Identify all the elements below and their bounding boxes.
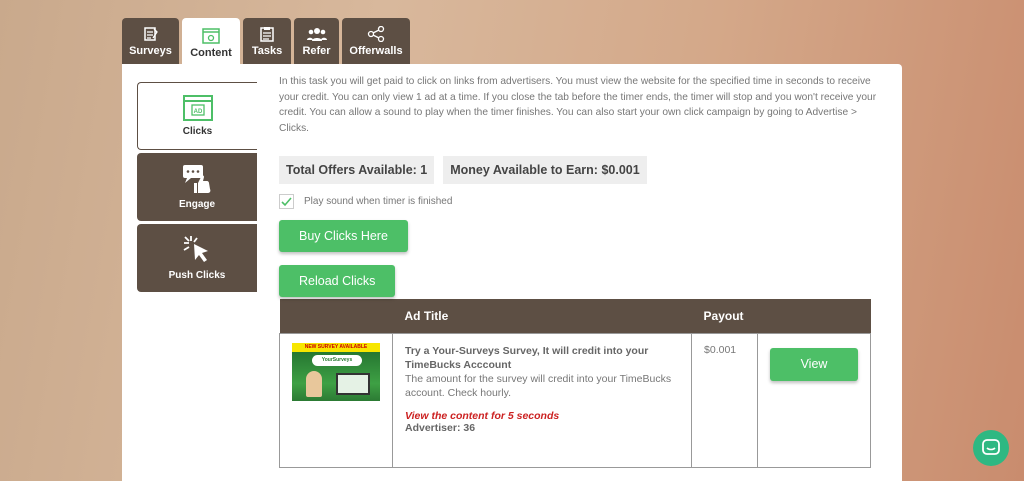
sidebar-item-push-clicks[interactable]: Push Clicks [137,224,257,292]
tab-refer[interactable]: Refer [294,18,339,64]
ad-thumbnail-cell: NEW SURVEY AVAILABLE YourSurveys [279,332,393,468]
thumb-person-shape [306,370,322,397]
total-offers-stat: Total Offers Available: 1 [279,156,435,184]
tab-surveys[interactable]: Surveys [122,18,179,64]
tab-label: Refer [302,45,331,57]
sidebar-item-clicks[interactable]: AD Clicks [137,82,257,150]
ads-table: Ad Title Payout NEW SURVEY AVAILABLE You… [279,299,871,468]
tab-tasks[interactable]: Tasks [243,18,291,64]
payout-cell: $0.001 [691,332,758,468]
checkmark-icon [281,196,292,206]
ad-body: The amount for the survey will credit in… [405,372,672,399]
table-row: NEW SURVEY AVAILABLE YourSurveys Try a Y… [279,332,871,468]
ad-title-cell: Try a Your-Surveys Survey, It will credi… [391,332,693,468]
content-icon [202,28,220,44]
share-icon [367,26,385,42]
tab-label: Offerwalls [349,45,403,57]
svg-text:AD: AD [193,109,202,115]
sidebar-item-label: Push Clicks [168,270,226,281]
refer-icon [306,28,327,41]
ad-thumbnail[interactable]: NEW SURVEY AVAILABLE YourSurveys [292,342,380,401]
sound-checkbox[interactable] [279,194,294,209]
content-area: In this task you will get paid to click … [279,74,879,468]
view-cell: View [757,332,871,468]
tab-label: Tasks [251,45,283,57]
tasks-icon [260,27,274,42]
column-header-payout: Payout [691,299,758,333]
stats-row: Total Offers Available: 1 Money Availabl… [279,156,879,184]
main-panel: AD Clicks Engage Push Clicks In this tas… [122,64,902,481]
ad-icon: AD [182,95,213,121]
advertiser: Advertiser: 36 [405,421,476,434]
table-header: Ad Title Payout [279,299,871,333]
sidebar-item-engage[interactable]: Engage [137,153,257,221]
money-available-stat: Money Available to Earn: $0.001 [443,156,647,184]
sound-label: Play sound when timer is finished [304,196,453,207]
buy-clicks-button[interactable]: Buy Clicks Here [279,220,408,252]
top-tabs: Surveys Content Tasks Refer Offerwalls [122,18,410,66]
survey-icon [143,27,158,41]
sidebar-item-label: Clicks [182,126,213,137]
tab-content[interactable]: Content [182,18,240,66]
sound-option: Play sound when timer is finished [279,194,879,209]
column-header-action [757,299,871,333]
column-header-ad-title: Ad Title [392,299,692,333]
tab-label: Surveys [129,45,172,57]
chat-launcher-button[interactable] [973,430,1009,466]
column-header-thumb [279,299,393,333]
tab-label: Content [190,47,232,59]
cursor-click-icon [183,236,208,262]
chat-icon [982,439,1000,455]
reload-clicks-button[interactable]: Reload Clicks [279,265,396,297]
engage-icon [183,165,211,193]
tab-offerwalls[interactable]: Offerwalls [342,18,410,64]
view-button[interactable]: View [770,347,858,381]
view-time: View the content for 5 seconds [405,409,560,422]
thumb-brand: YourSurveys [312,354,362,366]
thumb-monitor-shape [336,372,370,395]
task-description: In this task you will get paid to click … [279,76,877,134]
ad-title: Try a Your-Surveys Survey, It will credi… [405,344,649,371]
thumb-banner: NEW SURVEY AVAILABLE [292,342,380,352]
sidebar-item-label: Engage [178,199,216,210]
sidebar: AD Clicks Engage Push Clicks [137,82,257,295]
